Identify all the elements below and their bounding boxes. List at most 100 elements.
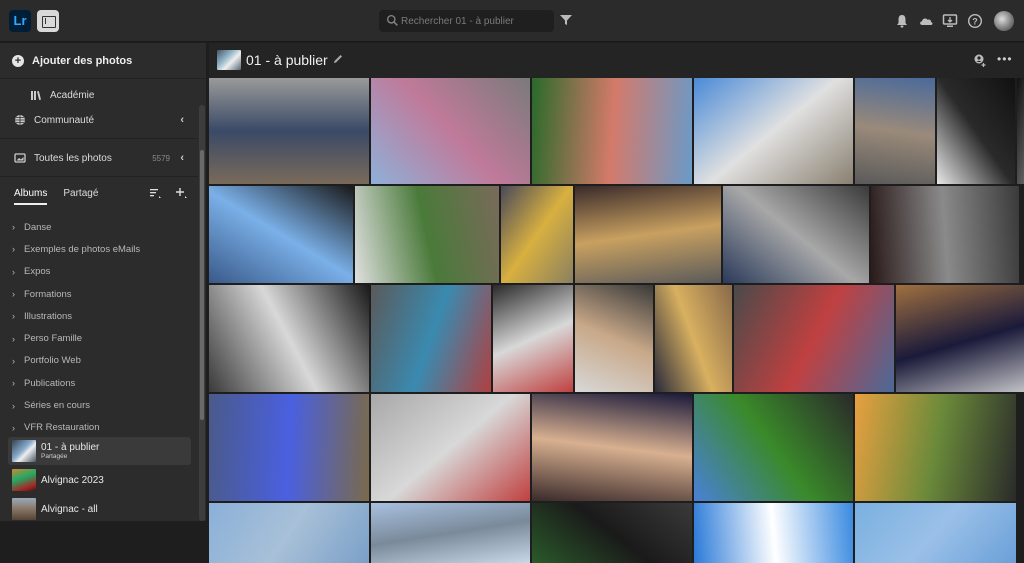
photo-thumbnail[interactable]: [209, 285, 369, 392]
album-name: Expos: [24, 266, 51, 278]
album-tabs: Albums Partagé: [14, 188, 98, 205]
chevron-left-icon[interactable]: ‹: [180, 114, 184, 126]
chevron-right-icon[interactable]: ›: [12, 289, 22, 299]
add-album-icon[interactable]: [176, 188, 188, 199]
album-name: Publications: [24, 377, 76, 389]
filter-icon[interactable]: [560, 14, 572, 26]
photo-thumbnail[interactable]: [493, 285, 573, 392]
panel-toggle-button[interactable]: [37, 10, 59, 32]
sidebar-item-label: Toutes les photos: [34, 152, 112, 164]
sidebar-item-all-photos[interactable]: Toutes les photos 5579 ‹: [0, 147, 198, 169]
photo-thumbnail[interactable]: [655, 285, 732, 392]
album-folder[interactable]: › Publications: [0, 372, 198, 394]
album-thumbnail: [12, 498, 36, 520]
photo-thumbnail[interactable]: [694, 78, 853, 184]
photo-thumbnail[interactable]: [209, 186, 353, 283]
photo-thumbnail[interactable]: [855, 503, 1016, 563]
photo-thumbnail[interactable]: [209, 394, 369, 501]
search-input[interactable]: [401, 10, 551, 32]
album-folder[interactable]: › Séries en cours: [0, 394, 198, 416]
photo-thumbnail[interactable]: [575, 285, 653, 392]
photo-thumbnail[interactable]: [371, 394, 530, 501]
chevron-right-icon[interactable]: ›: [12, 356, 22, 366]
sidebar: + Ajouter des photos Académie Communauté…: [0, 43, 208, 521]
album-item-active[interactable]: 01 - à publier Partagée: [8, 437, 191, 465]
sidebar-item-communaute[interactable]: Communauté ‹: [0, 109, 198, 131]
photo-grid: [209, 78, 1024, 563]
photo-thumbnail[interactable]: [871, 186, 1019, 283]
share-person-icon[interactable]: [973, 54, 986, 67]
photo-thumbnail[interactable]: [937, 78, 1015, 184]
photo-thumbnail[interactable]: [694, 394, 853, 501]
photo-thumbnail[interactable]: [575, 186, 721, 283]
album-name: Exemples de photos eMails: [24, 243, 141, 255]
display-download-icon[interactable]: [942, 13, 958, 29]
sidebar-item-academie[interactable]: Académie: [0, 84, 198, 106]
user-avatar[interactable]: [994, 11, 1014, 31]
sort-icon[interactable]: [150, 188, 162, 199]
photo-thumbnail[interactable]: [355, 186, 499, 283]
photo-thumbnail[interactable]: [371, 78, 530, 184]
photo-thumbnail[interactable]: [209, 78, 369, 184]
globe-icon: [15, 115, 25, 125]
album-folder[interactable]: › Perso Famille: [0, 327, 198, 349]
album-name: Perso Famille: [24, 333, 83, 345]
album-name: Alvignac - all: [41, 503, 98, 515]
sidebar-item-label: Académie: [50, 89, 95, 101]
photo-thumbnail[interactable]: [855, 394, 1016, 501]
search-box[interactable]: [379, 10, 554, 32]
chevron-right-icon[interactable]: ›: [12, 267, 22, 277]
album-item[interactable]: Alvignac - all: [8, 495, 191, 523]
album-name: 01 - à publier: [41, 442, 100, 453]
album-item[interactable]: Alvignac 2023: [8, 466, 191, 494]
help-icon[interactable]: ?: [967, 13, 983, 29]
photo-thumbnail[interactable]: [723, 186, 869, 283]
photo-thumbnail[interactable]: [734, 285, 894, 392]
photo-thumbnail[interactable]: [896, 285, 1024, 392]
tab-albums[interactable]: Albums: [14, 188, 48, 205]
chevron-right-icon[interactable]: ›: [12, 244, 22, 254]
album-folder[interactable]: › Expos: [0, 261, 198, 283]
album-name: Séries en cours: [24, 400, 91, 412]
chevron-right-icon[interactable]: ›: [12, 311, 22, 321]
photo-thumbnail[interactable]: [532, 394, 692, 501]
sidebar-scrollbar-thumb[interactable]: [200, 150, 204, 420]
chevron-right-icon[interactable]: ›: [12, 378, 22, 388]
lightroom-logo[interactable]: Lr: [9, 10, 31, 32]
photo-thumbnail[interactable]: [209, 503, 369, 563]
bell-icon[interactable]: [894, 13, 910, 29]
photo-thumbnail[interactable]: [501, 186, 573, 283]
album-folder[interactable]: › Illustrations: [0, 305, 198, 327]
cloud-icon[interactable]: [918, 13, 934, 29]
photo-thumbnail[interactable]: [371, 503, 530, 563]
album-cover-thumbnail: [217, 50, 241, 70]
svg-text:?: ?: [972, 17, 978, 27]
more-options-icon[interactable]: •••: [997, 52, 1013, 66]
album-folder[interactable]: › Exemples de photos eMails: [0, 238, 198, 260]
chevron-left-icon[interactable]: ‹: [180, 152, 184, 164]
chevron-right-icon[interactable]: ›: [12, 334, 22, 344]
album-folder[interactable]: › Portfolio Web: [0, 350, 198, 372]
pencil-icon[interactable]: [333, 54, 343, 64]
photo-count: 5579: [152, 153, 170, 163]
search-icon: [386, 14, 398, 26]
chevron-right-icon[interactable]: ›: [12, 423, 22, 433]
album-folder[interactable]: › Formations: [0, 283, 198, 305]
photo-thumbnail[interactable]: [694, 503, 853, 563]
tab-partage[interactable]: Partagé: [63, 188, 98, 205]
photo-thumbnail[interactable]: [1017, 78, 1024, 184]
photo-thumbnail[interactable]: [532, 503, 692, 563]
top-bar: Lr ?: [0, 0, 1024, 42]
album-name: Illustrations: [24, 310, 73, 322]
album-folder[interactable]: › VFR Restauration: [0, 417, 198, 439]
chevron-right-icon[interactable]: ›: [12, 222, 22, 232]
add-photos-button[interactable]: + Ajouter des photos: [0, 43, 208, 79]
album-folder[interactable]: › Danse: [0, 216, 198, 238]
album-name: VFR Restauration: [24, 422, 100, 434]
album-header: 01 - à publier •••: [209, 43, 1024, 78]
photo-thumbnail[interactable]: [532, 78, 692, 184]
photo-thumbnail[interactable]: [371, 285, 491, 392]
chevron-right-icon[interactable]: ›: [12, 401, 22, 411]
album-shared-label: Partagée: [41, 453, 68, 460]
photo-thumbnail[interactable]: [855, 78, 935, 184]
